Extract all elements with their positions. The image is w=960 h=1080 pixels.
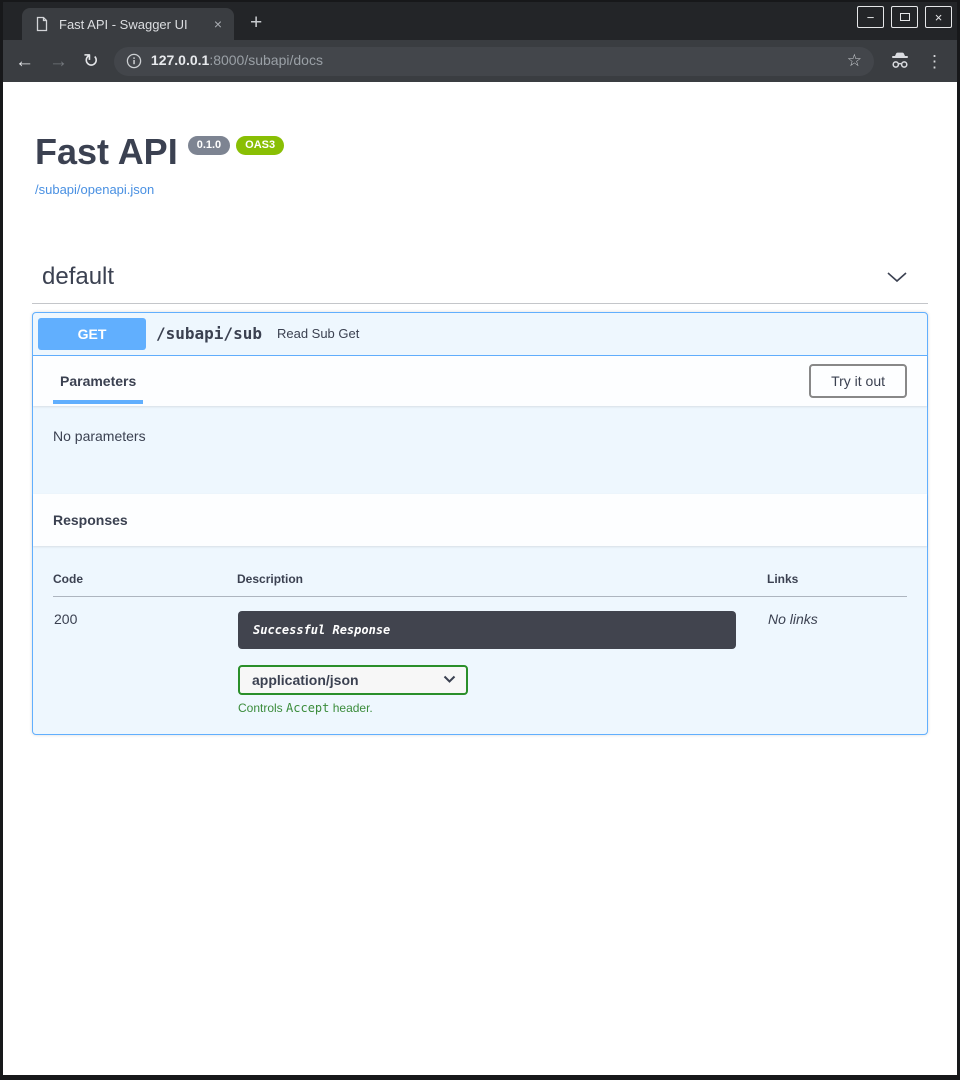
- url-path: :8000/subapi/docs: [209, 52, 323, 68]
- hint-accept-code: Accept: [286, 701, 329, 715]
- oas3-badge: OAS3: [236, 136, 284, 155]
- responses-body: Code Description Links 200 Successful Re…: [33, 546, 927, 734]
- bookmark-star-icon[interactable]: ☆: [847, 51, 866, 71]
- responses-table: Code Description Links 200 Successful Re…: [53, 564, 907, 716]
- page-title: Fast API 0.1.0 OAS3: [35, 132, 925, 172]
- hint-text-after: header.: [329, 701, 372, 715]
- tag-header[interactable]: default: [32, 251, 928, 304]
- back-icon[interactable]: ←: [15, 52, 34, 71]
- media-type-value: application/json: [252, 672, 359, 688]
- version-badge: 0.1.0: [188, 136, 230, 155]
- parameters-body: No parameters: [33, 406, 927, 494]
- column-header-description: Description: [237, 564, 767, 597]
- close-window-button[interactable]: ×: [925, 6, 952, 28]
- chevron-down-icon[interactable]: [886, 270, 908, 284]
- response-row-200: 200 Successful Response application/json: [53, 596, 907, 716]
- site-info-icon[interactable]: [126, 53, 142, 69]
- response-links: No links: [767, 596, 907, 716]
- parameters-header: Parameters Try it out: [33, 356, 927, 406]
- no-parameters-message: No parameters: [53, 428, 146, 444]
- response-description-cell: Successful Response application/json: [237, 596, 767, 716]
- minimize-button[interactable]: −: [857, 6, 884, 28]
- api-title-text: Fast API: [35, 132, 178, 172]
- try-it-out-button[interactable]: Try it out: [809, 364, 907, 398]
- swagger-page: Fast API 0.1.0 OAS3 /subapi/openapi.json…: [3, 82, 957, 1075]
- column-header-links: Links: [767, 564, 907, 597]
- browser-tab[interactable]: Fast API - Swagger UI ×: [22, 8, 234, 40]
- media-type-row: application/json Contr: [238, 665, 766, 715]
- openapi-spec-link[interactable]: /subapi/openapi.json: [35, 182, 154, 197]
- url-bar[interactable]: 127.0.0.1:8000/subapi/docs ☆: [114, 47, 874, 76]
- titlebar: Fast API - Swagger UI × + − ×: [3, 2, 957, 40]
- url-text: 127.0.0.1:8000/subapi/docs: [151, 52, 323, 70]
- reload-icon[interactable]: ↻: [83, 52, 99, 71]
- operation-path: /subapi/sub: [156, 324, 262, 343]
- maximize-icon: [900, 13, 910, 21]
- column-header-code: Code: [53, 564, 237, 597]
- method-badge[interactable]: GET: [38, 318, 146, 350]
- response-description: Successful Response: [238, 611, 736, 649]
- incognito-icon: [889, 52, 911, 70]
- forward-icon[interactable]: →: [49, 52, 68, 71]
- responses-header: Responses: [33, 494, 927, 546]
- hint-text-before: Controls: [238, 701, 286, 715]
- operation-description: Read Sub Get: [277, 326, 359, 341]
- media-type-select[interactable]: application/json: [238, 665, 468, 695]
- tag-title: default: [42, 263, 114, 291]
- browser-menu-icon[interactable]: ⋮: [926, 53, 943, 70]
- responses-title: Responses: [53, 512, 128, 528]
- page-favicon-icon: [34, 16, 50, 32]
- accept-header-hint: Controls Accept header.: [238, 701, 766, 715]
- select-chevron-icon: [443, 675, 456, 684]
- tab-parameters[interactable]: Parameters: [53, 373, 143, 389]
- api-badges: 0.1.0 OAS3: [188, 136, 284, 155]
- maximize-button[interactable]: [891, 6, 918, 28]
- browser-toolbar: ← → ↻ 127.0.0.1:8000/subapi/docs ☆: [3, 40, 957, 82]
- browser-window: Fast API - Swagger UI × + − × ← → ↻ 127.…: [0, 0, 960, 1080]
- response-code: 200: [53, 596, 237, 716]
- url-host: 127.0.0.1: [151, 52, 209, 68]
- opblock-get-subapi-sub: GET /subapi/sub Read Sub Get Parameters …: [32, 312, 928, 735]
- window-controls: − ×: [857, 6, 952, 28]
- operation-summary[interactable]: GET /subapi/sub Read Sub Get: [33, 313, 927, 356]
- new-tab-button[interactable]: +: [250, 12, 262, 33]
- api-info: Fast API 0.1.0 OAS3 /subapi/openapi.json: [35, 132, 925, 199]
- tab-close-icon[interactable]: ×: [212, 16, 224, 32]
- tab-title: Fast API - Swagger UI: [59, 17, 203, 32]
- tag-section-default: default GET /subapi/sub Read Sub Get: [23, 251, 937, 735]
